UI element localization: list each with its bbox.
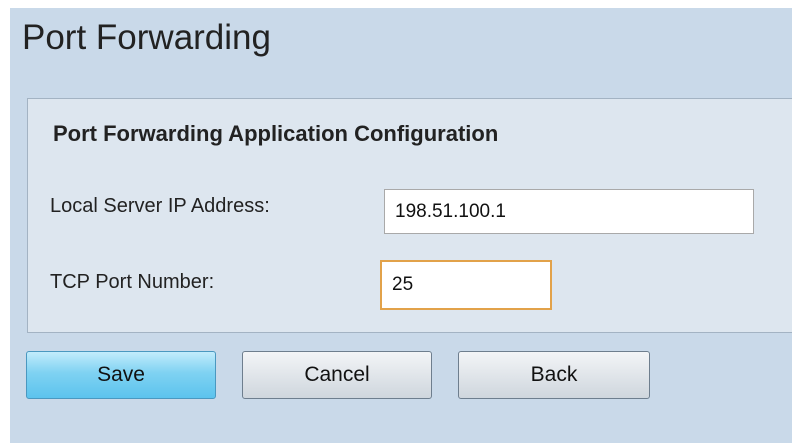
tcp-port-number-input[interactable] [380, 260, 552, 310]
page-title: Port Forwarding [22, 18, 271, 57]
local-server-ip-input[interactable] [384, 189, 754, 234]
save-button[interactable]: Save [26, 351, 216, 399]
section-title: Port Forwarding Application Configuratio… [53, 121, 499, 146]
config-panel: Port Forwarding Application Configuratio… [27, 98, 792, 333]
back-button[interactable]: Back [458, 351, 650, 399]
local-server-ip-label: Local Server IP Address: [50, 195, 270, 217]
page-area: Port Forwarding Port Forwarding Applicat… [10, 8, 792, 443]
tcp-port-number-label: TCP Port Number: [50, 271, 215, 293]
cancel-button[interactable]: Cancel [242, 351, 432, 399]
